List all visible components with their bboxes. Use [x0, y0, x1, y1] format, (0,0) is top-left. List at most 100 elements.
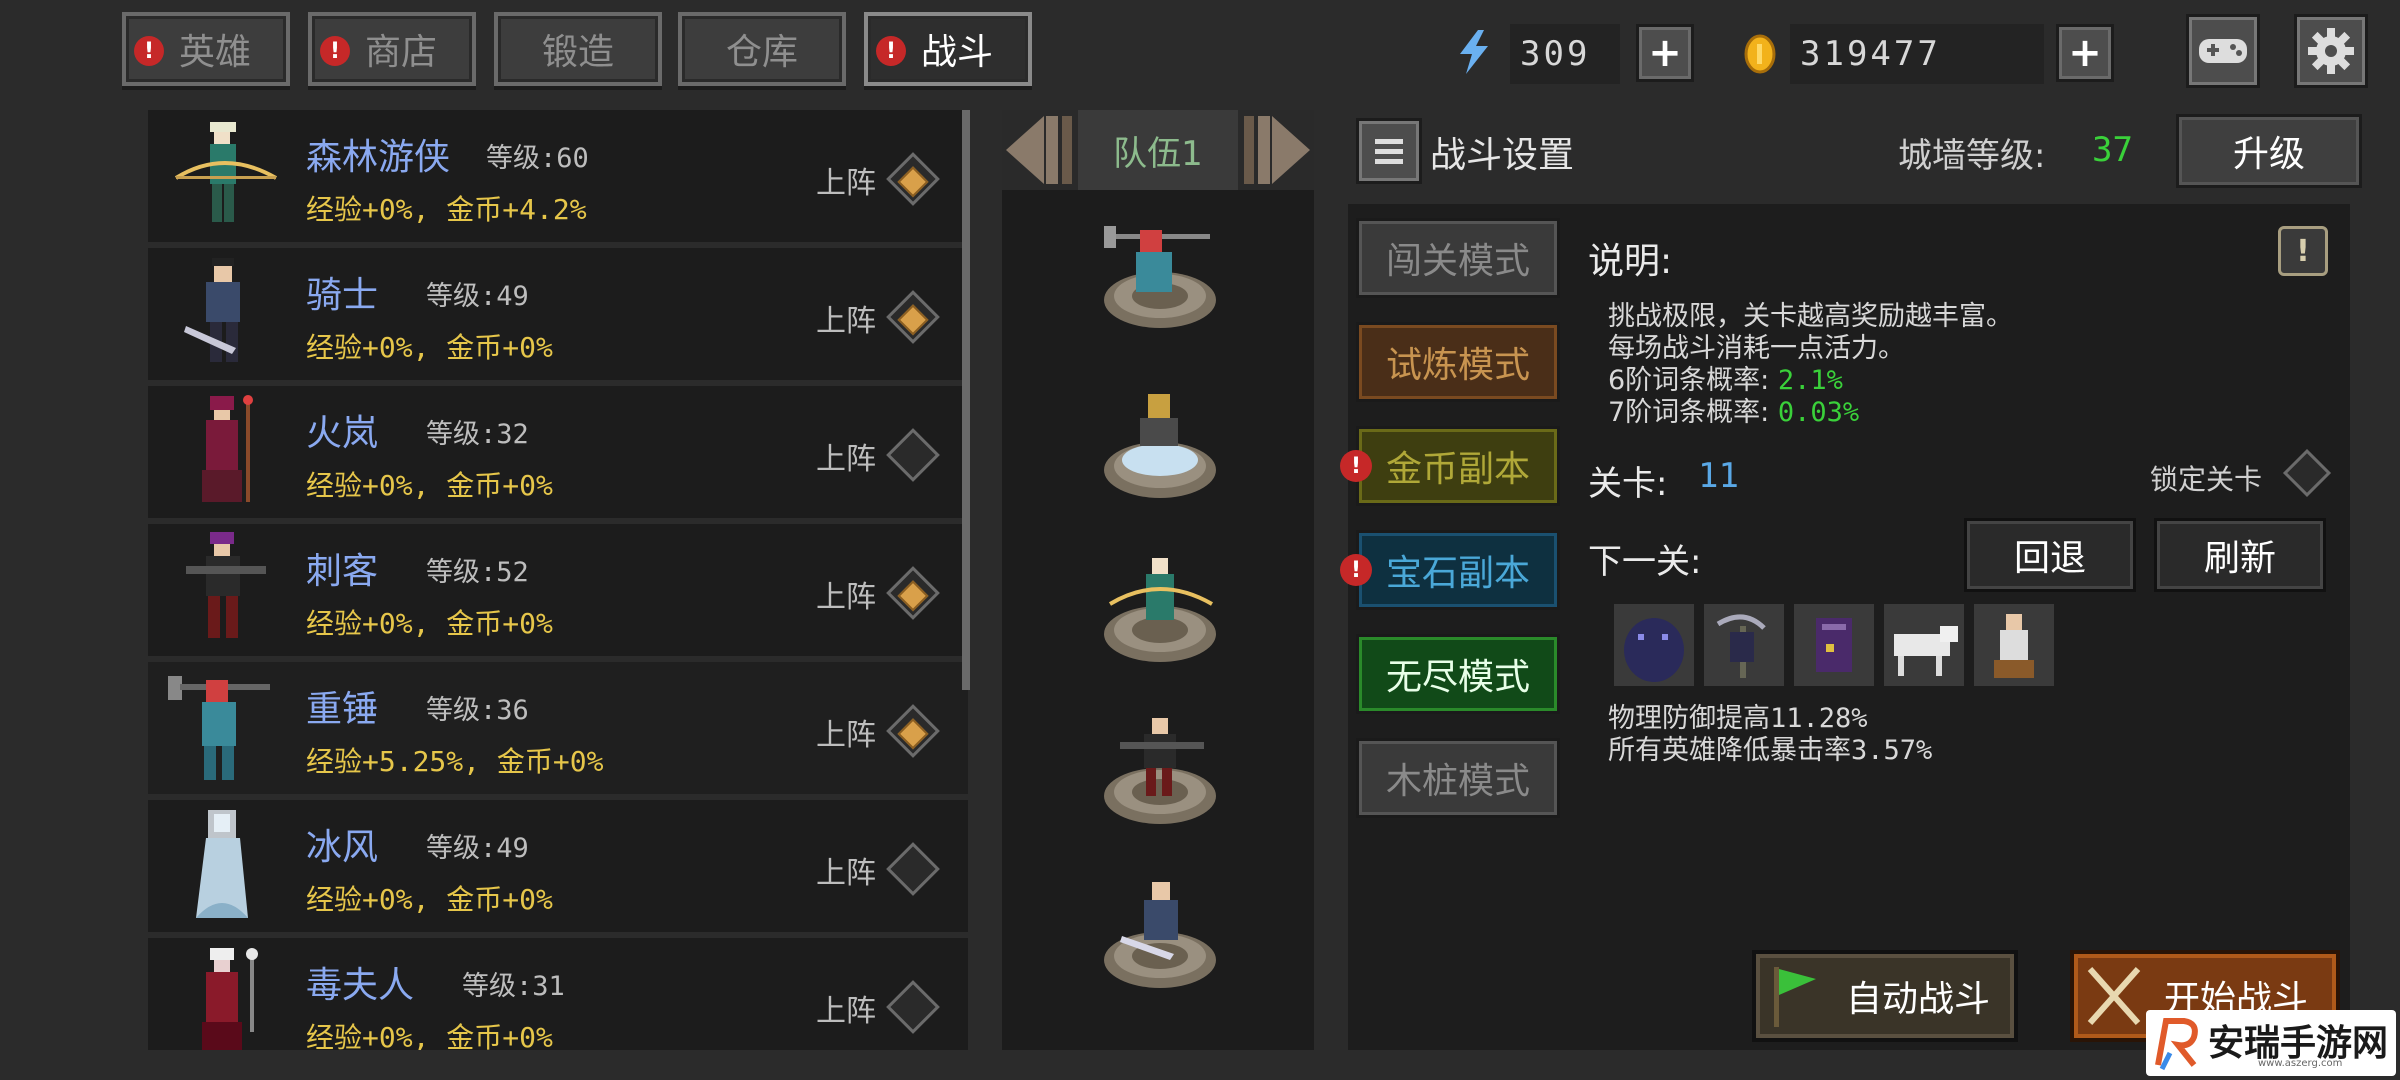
- flag-icon: [1774, 967, 1816, 1027]
- tab-heroes[interactable]: ! 英雄: [122, 12, 290, 86]
- hero-list-scrollbar[interactable]: [962, 110, 970, 690]
- prev-team-button[interactable]: [1002, 112, 1076, 188]
- team-slot-assassin[interactable]: [1100, 716, 1220, 826]
- team-slot-knight[interactable]: [1100, 880, 1220, 990]
- tab-label: 英雄: [178, 32, 251, 73]
- enemy-monk: [1974, 604, 2054, 686]
- auto-battle-label: 自动战斗: [1846, 979, 1991, 1020]
- hero-name: 刺客: [306, 551, 379, 592]
- gold-coin-icon: [1742, 34, 1778, 84]
- gear-icon: [2308, 28, 2354, 74]
- ice-wind-portrait: [196, 810, 248, 918]
- deploy-toggle[interactable]: [886, 290, 940, 344]
- mode-gold-dungeon-button[interactable]: 金币副本: [1356, 426, 1560, 506]
- hero-bonus: 经验+0%, 金币+0%: [306, 883, 553, 916]
- tab-battle[interactable]: ! 战斗: [864, 12, 1032, 86]
- stage-value: 11: [1698, 456, 1739, 496]
- mode-dummy-button[interactable]: 木桩模式: [1356, 738, 1560, 818]
- alert-icon: !: [876, 36, 906, 66]
- deploy-toggle[interactable]: [886, 428, 940, 482]
- mode-endless-button[interactable]: 无尽模式: [1356, 634, 1560, 714]
- stage-label: 关卡:: [1588, 464, 1668, 504]
- deploy-toggle[interactable]: [886, 704, 940, 758]
- hero-row[interactable]: 骑士 等级:49 经验+0%, 金币+0% 上阵: [148, 248, 968, 380]
- gamepad-icon: [2199, 39, 2247, 63]
- mode-trial-button[interactable]: 试炼模式: [1356, 322, 1560, 402]
- mode-stage-button[interactable]: 闯关模式: [1356, 218, 1560, 298]
- hero-level: 等级:52: [426, 557, 529, 588]
- deploy-label: 上阵: [816, 304, 876, 339]
- hero-row[interactable]: 森林游侠 等级:60 经验+0%, 金币+4.2% 上阵: [148, 110, 968, 242]
- deploy-label: 上阵: [816, 856, 876, 891]
- hero-row[interactable]: 冰风 等级:49 经验+0%, 金币+0% 上阵: [148, 800, 968, 932]
- hero-bonus: 经验+0%, 金币+0%: [306, 331, 553, 364]
- gamepad-button[interactable]: [2186, 14, 2260, 88]
- affix7-rate: 7阶词条概率: 0.03%: [1608, 397, 1860, 428]
- arrow-left-icon: [1006, 116, 1072, 184]
- hero-level: 等级:31: [462, 971, 565, 1002]
- gold-value: 319477: [1790, 24, 2044, 84]
- mode-label: 闯关模式: [1385, 241, 1530, 282]
- wall-level-value: 37: [2092, 130, 2133, 170]
- ranger-portrait: [174, 122, 277, 222]
- hero-row[interactable]: 刺客 等级:52 经验+0%, 金币+0% 上阵: [148, 524, 968, 656]
- add-gold-button[interactable]: +: [2056, 24, 2114, 82]
- lightning-icon: [1456, 30, 1492, 84]
- deploy-label: 上阵: [816, 994, 876, 1029]
- hero-name: 重锤: [306, 689, 379, 730]
- alert-icon: !: [1340, 450, 1372, 482]
- menu-button[interactable]: [1356, 118, 1422, 184]
- team-slot-hammer[interactable]: [1100, 220, 1220, 330]
- battle-settings-title: 战斗设置: [1430, 135, 1575, 176]
- mode-label: 无尽模式: [1385, 657, 1530, 698]
- tab-label: 战斗: [920, 32, 993, 73]
- team-slot-ranger[interactable]: [1100, 554, 1220, 664]
- alert-icon: !: [1340, 554, 1372, 586]
- info-button[interactable]: !: [2278, 226, 2328, 276]
- deploy-toggle[interactable]: [886, 842, 940, 896]
- auto-battle-button[interactable]: 自动战斗: [1752, 950, 2018, 1042]
- hero-row[interactable]: 毒夫人 等级:31 经验+0%, 金币+0% 上阵: [148, 938, 968, 1050]
- back-button[interactable]: 回退: [1964, 518, 2136, 592]
- tab-forge[interactable]: 锻造: [494, 12, 662, 86]
- alert-icon: !: [134, 36, 164, 66]
- hero-list[interactable]: 森林游侠 等级:60 经验+0%, 金币+4.2% 上阵 骑士 等级:49 经验…: [148, 110, 968, 1050]
- next-team-button[interactable]: [1240, 112, 1314, 188]
- crossed-swords-icon: [2087, 967, 2141, 1025]
- watermark-url: www.aszerg.com: [2258, 1058, 2343, 1069]
- hero-row[interactable]: 火岚 等级:32 经验+0%, 金币+0% 上阵: [148, 386, 968, 518]
- info-icon: !: [2296, 233, 2310, 269]
- knight-portrait: [184, 258, 240, 362]
- tab-warehouse[interactable]: 仓库: [678, 12, 846, 86]
- hero-bonus: 经验+5.25%, 金币+0%: [306, 745, 604, 778]
- deploy-toggle[interactable]: [886, 980, 940, 1034]
- mode-label: 试炼模式: [1385, 345, 1530, 386]
- mode-label: 宝石副本: [1385, 553, 1530, 594]
- menu-icon: [1375, 138, 1403, 144]
- tab-label: 商店: [364, 32, 437, 73]
- add-energy-button[interactable]: +: [1636, 24, 1694, 82]
- deploy-toggle[interactable]: [886, 566, 940, 620]
- settings-button[interactable]: [2294, 14, 2368, 88]
- hero-name: 冰风: [306, 827, 379, 868]
- hero-level: 等级:32: [426, 419, 529, 450]
- hero-bonus: 经验+0%, 金币+0%: [306, 1021, 553, 1050]
- deploy-label: 上阵: [816, 166, 876, 201]
- mode-label: 金币副本: [1385, 449, 1530, 490]
- hero-row[interactable]: 重锤 等级:36 经验+5.25%, 金币+0% 上阵: [148, 662, 968, 794]
- team-slot-boss[interactable]: [1100, 390, 1220, 500]
- tab-label: 锻造: [541, 32, 614, 73]
- refresh-button[interactable]: 刷新: [2154, 518, 2326, 592]
- tab-shop[interactable]: ! 商店: [308, 12, 476, 86]
- upgrade-button[interactable]: 升级: [2176, 114, 2362, 188]
- lock-stage-label: 锁定关卡: [2150, 463, 2263, 496]
- site-watermark: 安瑞手游网 www.aszerg.com: [2146, 1010, 2396, 1076]
- mode-gem-dungeon-button[interactable]: 宝石副本: [1356, 530, 1560, 610]
- deploy-label: 上阵: [816, 718, 876, 753]
- deploy-label: 上阵: [816, 580, 876, 615]
- assassin-portrait: [186, 532, 266, 638]
- hero-bonus: 经验+0%, 金币+0%: [306, 607, 553, 640]
- deploy-toggle[interactable]: [886, 152, 940, 206]
- hero-level: 等级:49: [426, 281, 529, 312]
- hero-level: 等级:60: [486, 143, 589, 174]
